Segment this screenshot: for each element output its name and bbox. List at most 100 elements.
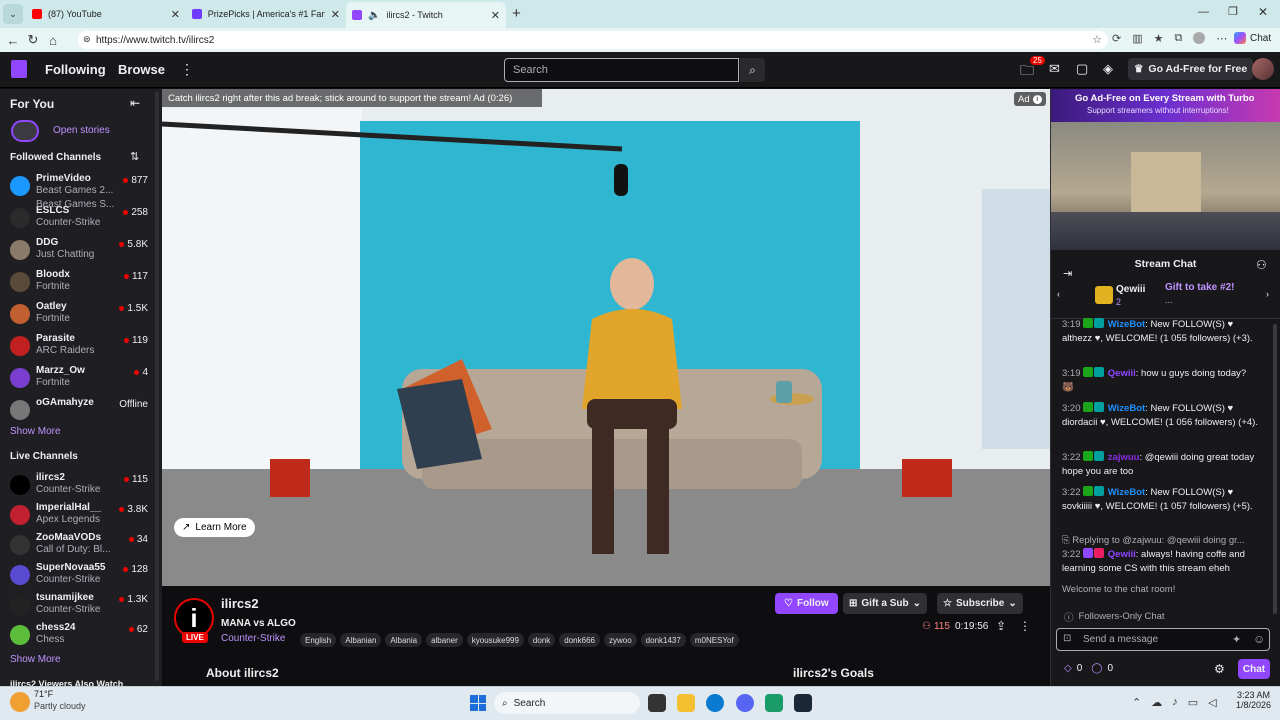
chat-username[interactable]: Qewiii [1108,368,1136,379]
stream-tag[interactable]: donk1437 [640,633,686,647]
sort-icon[interactable]: ⇅ [130,150,139,163]
mini-player-preview[interactable] [1051,122,1280,250]
stream-tag[interactable]: English [300,633,337,647]
gift-sub-button[interactable]: ⊞ Gift a Sub ⌄ [843,593,928,614]
chat-settings-icon[interactable]: ⚙ [1214,662,1225,676]
close-tab-icon[interactable]: ✕ [171,8,180,21]
stream-tag[interactable]: donk666 [559,633,600,647]
sidebar-channel[interactable]: ZooMaaVODs Call of Duty: Bl... 34 [8,532,148,562]
clock[interactable]: 3:23 AM 1/8/2026 [1236,690,1271,710]
community-icon[interactable]: ⚇ [1256,258,1267,272]
sidebar-channel[interactable]: ImperialHal__ Apex Legends 3.8K [8,502,148,532]
display-icon[interactable]: ▭ [1188,696,1198,709]
sidebar-channel[interactable]: Oatley Fortnite 1.5K [8,301,148,331]
tray-overflow-icon[interactable]: ⌃ [1132,696,1141,709]
site-info-icon[interactable]: ⊜ [83,34,91,45]
chat-settings-small-icon[interactable]: ⊡ [1063,633,1071,644]
share-icon[interactable]: ⇪ [996,619,1006,633]
chat-username[interactable]: WizeBot [1108,487,1145,498]
whispers-icon[interactable]: ▢ [1076,61,1088,77]
tab-twitch[interactable]: 🔈 ilircs2 - Twitch ✕ [346,2,506,28]
new-tab-button[interactable]: + [512,5,521,22]
stream-tag[interactable]: donk [527,633,556,647]
stream-tag[interactable]: kyousuke999 [466,633,524,647]
tab-prizepicks[interactable]: PrizePicks | America's #1 Fantasy S ✕ [186,4,346,24]
url-field[interactable]: ⊜ https://www.twitch.tv/ilircs2 ☆ [78,31,1108,49]
close-window-button[interactable]: ✕ [1258,5,1268,19]
sidebar-channel[interactable]: oGAmahyze Offline [8,397,148,420]
show-more-followed[interactable]: Show More [10,426,61,437]
chat-scrollbar[interactable] [1273,324,1277,614]
cloud-icon[interactable]: ☁ [1151,696,1162,709]
more-options-icon[interactable]: ⋮ [1019,619,1031,633]
user-avatar[interactable] [1252,58,1274,80]
learn-more-button[interactable]: ↗ Learn More [174,518,255,537]
close-tab-icon[interactable]: ✕ [331,8,340,21]
stream-tag[interactable]: Albania [385,633,423,647]
turbo-ad-banner[interactable]: Go Ad-Free on Every Stream with Turbo Su… [1051,89,1280,122]
category-link[interactable]: Counter-Strike [221,633,285,644]
sidebar-scrollbar[interactable] [155,91,159,681]
sidebar-channel[interactable]: Marzz_Ow Fortnite 4 [8,365,148,395]
sidebar-channel[interactable]: ilircs2 Counter-Strike 115 [8,472,148,502]
channel-points-icon[interactable]: ◯ [1091,663,1102,674]
collapse-sidebar-icon[interactable]: ⇤ [130,96,140,110]
close-tab-icon[interactable]: ✕ [491,9,500,22]
minimize-button[interactable]: — [1198,6,1209,18]
follow-button[interactable]: ♡ Follow [775,593,838,614]
more-menu-icon[interactable]: ⋮ [180,61,194,78]
chat-username[interactable]: WizeBot [1108,319,1145,330]
chat-username[interactable]: zajwuu [1108,452,1140,463]
more-icon[interactable]: ⋯ [1216,32,1227,45]
file-explorer-icon[interactable] [677,694,695,712]
extension-icon[interactable]: ⟳ [1112,32,1121,45]
back-icon[interactable]: ← [3,30,23,50]
restore-button[interactable]: ❐ [1228,5,1238,18]
nav-browse[interactable]: Browse [118,62,165,77]
channel-name[interactable]: ilircs2 [221,596,259,611]
home-icon[interactable]: ⌂ [43,30,63,50]
nav-following[interactable]: Following [45,62,106,77]
collections-icon[interactable]: ⧉ [1175,32,1183,45]
stream-tag[interactable]: m0NESYof [689,633,739,647]
sidebar-channel[interactable]: tsunamijkee Counter-Strike 1.3K [8,592,148,622]
bits-icon[interactable]: ◈ [1103,61,1113,77]
tab-youtube[interactable]: (87) YouTube ✕ [26,4,186,24]
search-input[interactable]: Search [504,58,739,82]
emote-icon[interactable]: ☺ [1253,632,1265,646]
sidebar-channel[interactable]: chess24 Chess 62 [8,622,148,652]
sidebar-channel[interactable]: SuperNovaa55 Counter-Strike 128 [8,562,148,592]
refresh-icon[interactable]: ↻ [23,30,43,50]
volume-icon[interactable]: ◁ [1208,696,1216,709]
ad-free-button[interactable]: ♛ Go Ad-Free for Free [1128,58,1254,80]
copilot-button[interactable]: Chat [1234,32,1271,44]
edge-icon[interactable] [706,694,724,712]
tab-actions-icon[interactable]: ⌄ [3,4,23,24]
video-player[interactable]: Catch ilircs2 right after this ad break;… [162,89,1050,586]
steam-icon[interactable] [794,694,812,712]
pinned-prev-icon[interactable]: ‹ [1057,289,1060,299]
discord-icon[interactable] [736,694,754,712]
favorites-icon[interactable]: ★ [1154,32,1164,45]
task-view-icon[interactable] [648,694,666,712]
stream-tag[interactable]: Albanian [340,633,382,647]
info-icon[interactable]: i [1032,94,1042,104]
stream-tag[interactable]: albaner [426,633,463,647]
search-button[interactable]: ⌕ [740,58,765,82]
bits-icon[interactable]: ◇ [1064,663,1072,674]
split-icon[interactable]: ▥ [1132,32,1142,45]
chat-send-button[interactable]: Chat [1238,659,1270,679]
sidebar-channel[interactable]: Bloodx Fortnite 117 [8,269,148,299]
app-icon[interactable] [765,694,783,712]
open-stories-link[interactable]: Open stories [53,125,110,136]
sidebar-channel[interactable]: DDG Just Chatting 5.8K [8,237,148,267]
pinned-next-icon[interactable]: › [1266,289,1269,299]
mic-icon[interactable]: ♪ [1172,696,1178,709]
inbox-icon[interactable]: ✉ [1049,61,1060,77]
show-more-live[interactable]: Show More [10,654,61,665]
chat-input[interactable]: ⊡ Send a message ✦ ☺ [1056,628,1270,651]
sidebar-channel[interactable]: Parasite ARC Raiders 119 [8,333,148,363]
chat-username[interactable]: WizeBot [1108,403,1145,414]
twitch-logo-icon[interactable] [11,60,27,78]
bits-cheer-icon[interactable]: ✦ [1232,633,1241,646]
